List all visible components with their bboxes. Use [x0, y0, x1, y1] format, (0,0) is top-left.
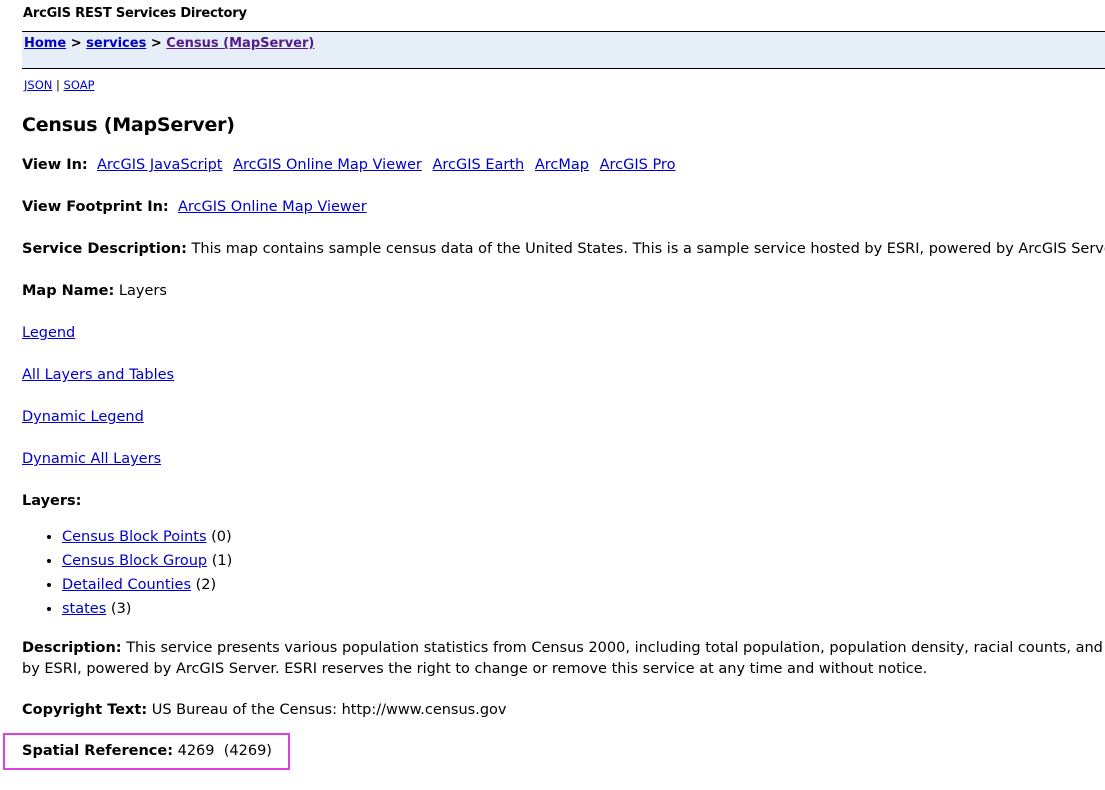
soap-link[interactable]: SOAP [64, 78, 95, 92]
view-in-arcmap-link[interactable]: ArcMap [535, 157, 589, 173]
description-line-1: Description: This service presents vario… [22, 638, 1105, 659]
breadcrumb-separator: > [70, 36, 82, 51]
map-name-row: Map Name: Layers [22, 283, 167, 299]
copyright-label: Copyright Text: [22, 702, 148, 718]
dynamic-legend-link[interactable]: Dynamic Legend [22, 409, 144, 425]
spatial-reference-row: Spatial Reference: 4269 (4269) [22, 743, 272, 759]
format-separator: | [56, 78, 60, 92]
format-links: JSON | SOAP [24, 78, 95, 92]
view-in-arcgis-online-map-viewer-link[interactable]: ArcGIS Online Map Viewer [233, 157, 422, 173]
legend-row: Legend [22, 325, 75, 341]
view-in-arcgis-earth-link[interactable]: ArcGIS Earth [432, 157, 524, 173]
all-layers-and-tables-link[interactable]: All Layers and Tables [22, 367, 174, 383]
layer-link-states[interactable]: states [62, 601, 106, 617]
breadcrumb-home-link[interactable]: Home [24, 36, 66, 51]
spatial-reference-latest-wkid: (4269) [223, 743, 272, 759]
service-description-label: Service Description: [22, 241, 187, 257]
map-name-value: Layers [118, 283, 167, 299]
layer-id: (0) [211, 529, 232, 545]
view-in-arcgis-javascript-link[interactable]: ArcGIS JavaScript [97, 157, 223, 173]
list-item: states (3) [62, 599, 232, 623]
dynamic-all-layers-row: Dynamic All Layers [22, 451, 161, 467]
layer-id: (2) [195, 577, 217, 593]
breadcrumb: Home > services > Census (MapServer) [24, 36, 314, 51]
layer-link-census-block-points[interactable]: Census Block Points [62, 529, 207, 545]
json-link[interactable]: JSON [24, 78, 52, 92]
layer-id: (3) [110, 601, 132, 617]
service-description-text: This map contains sample census data of … [191, 241, 1105, 257]
description-block: Description: This service presents vario… [22, 638, 1105, 680]
breadcrumb-bar: Home > services > Census (MapServer) [22, 31, 1105, 69]
spatial-reference-wkid: 4269 [177, 743, 215, 759]
layer-link-census-block-group[interactable]: Census Block Group [62, 553, 207, 569]
page-title: Census (MapServer) [22, 114, 235, 136]
view-in-label: View In: [22, 157, 88, 173]
view-footprint-label: View Footprint In: [22, 199, 169, 215]
service-description-row: Service Description: This map contains s… [22, 241, 1105, 257]
layer-id: (1) [211, 553, 233, 569]
dynamic-legend-row: Dynamic Legend [22, 409, 144, 425]
layers-heading: Layers: [22, 493, 81, 509]
all-layers-row: All Layers and Tables [22, 367, 174, 383]
dynamic-all-layers-link[interactable]: Dynamic All Layers [22, 451, 161, 467]
layer-link-detailed-counties[interactable]: Detailed Counties [62, 577, 191, 593]
copyright-value: US Bureau of the Census: http://www.cens… [151, 702, 507, 718]
view-in-arcgis-pro-link[interactable]: ArcGIS Pro [600, 157, 676, 173]
legend-link[interactable]: Legend [22, 325, 75, 341]
app-title: ArcGIS REST Services Directory [23, 6, 247, 21]
view-in-row: View In: ArcGIS JavaScript ArcGIS Online… [22, 157, 681, 173]
list-item: Detailed Counties (2) [62, 575, 232, 599]
view-footprint-map-viewer-link[interactable]: ArcGIS Online Map Viewer [178, 199, 367, 215]
list-item: Census Block Points (0) [62, 527, 232, 551]
map-name-label: Map Name: [22, 283, 115, 299]
description-text-2: by ESRI, powered by ArcGIS Server. ESRI … [22, 661, 928, 677]
description-label: Description: [22, 640, 122, 656]
copyright-row: Copyright Text: US Bureau of the Census:… [22, 702, 507, 718]
spatial-reference-label: Spatial Reference: [22, 743, 173, 759]
breadcrumb-services-link[interactable]: services [86, 36, 146, 51]
description-text-1: This service presents various population… [126, 640, 1105, 656]
layers-label: Layers: [22, 493, 82, 509]
list-item: Census Block Group (1) [62, 551, 232, 575]
layers-list: Census Block Points (0) Census Block Gro… [22, 527, 232, 623]
breadcrumb-separator: > [150, 36, 162, 51]
view-footprint-row: View Footprint In: ArcGIS Online Map Vie… [22, 199, 367, 215]
breadcrumb-census-link[interactable]: Census (MapServer) [166, 36, 314, 51]
